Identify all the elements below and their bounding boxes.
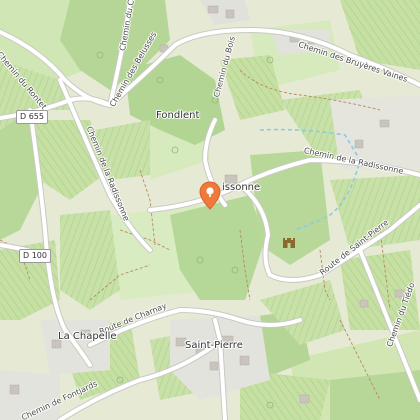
road-shield-d655: D 655 [16,110,48,124]
place-label-saint-pierre: Saint-Pierre [185,340,243,351]
map-canvas[interactable]: Chemin du Rontet Chemin du Ch Chemin des… [0,0,420,420]
castle-icon[interactable] [279,231,299,251]
place-label-fondlent: Fondlent [156,110,200,121]
location-pin-icon[interactable] [199,181,221,211]
place-label-radissonne: issonne [222,182,261,193]
road-shield-d100: D 100 [19,249,51,263]
place-label-la-chapelle: La Chapelle [58,331,117,342]
